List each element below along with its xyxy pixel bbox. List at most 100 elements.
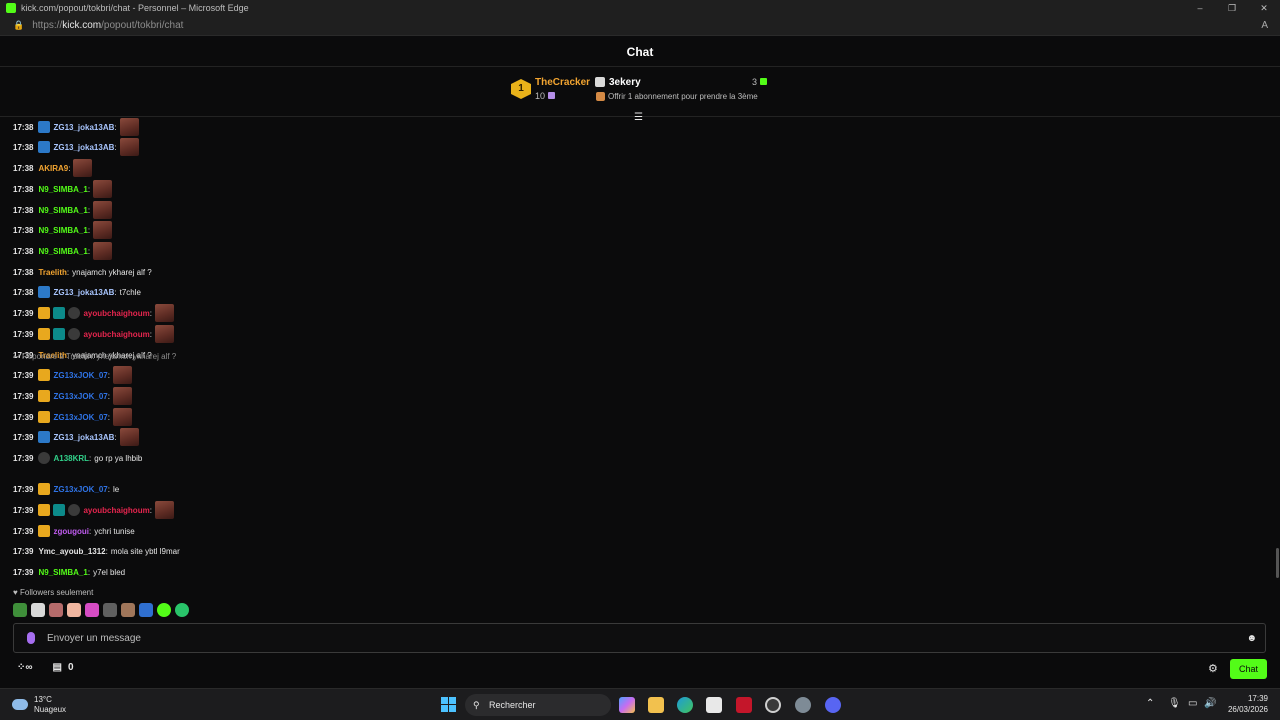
emote-green-icon[interactable] (157, 603, 171, 617)
close-icon[interactable]: ✕ (1248, 0, 1280, 16)
og-badge-icon[interactable] (53, 328, 66, 340)
message-username[interactable]: zgougoui (53, 527, 89, 536)
address-bar[interactable]: 🔒 https://kick.com/popout/tokbri/chat A (0, 16, 1280, 36)
gift-offer-text[interactable]: Offrir 1 abonnement pour prendre la 3ème (608, 92, 758, 101)
taskbar-search[interactable]: ⚲ Rechercher (465, 694, 611, 716)
leader-first-name[interactable]: TheCracker (535, 77, 590, 88)
person-badge-icon[interactable] (38, 452, 51, 464)
emote-pink-icon[interactable] (85, 603, 99, 617)
volume-icon[interactable]: 🔊 (1204, 698, 1216, 709)
message-username[interactable]: ZG13_joka13AB (53, 143, 114, 152)
emote-image-icon[interactable] (112, 408, 132, 426)
crown-badge-icon[interactable] (38, 307, 51, 319)
emote-image-icon[interactable] (93, 221, 113, 239)
crown-badge-icon[interactable] (38, 390, 51, 402)
emote-kick-icon[interactable] (175, 603, 189, 617)
emote-blue-icon[interactable] (139, 603, 153, 617)
acrobat-icon[interactable] (736, 697, 752, 713)
copilot-icon[interactable] (619, 697, 635, 713)
message-username[interactable]: ZG13xJOK_07 (53, 371, 107, 380)
message-username[interactable]: ZG13xJOK_07 (53, 413, 107, 422)
message-username[interactable]: N9_SIMBA_1 (38, 226, 87, 235)
emote-image-icon[interactable] (154, 325, 174, 343)
emote-image-icon[interactable] (119, 428, 139, 446)
read-aloud-icon[interactable]: A (1261, 20, 1268, 31)
crown-badge-icon[interactable] (38, 483, 51, 495)
message-username[interactable]: AKIRA9 (38, 164, 68, 173)
gift-box-icon[interactable]: ▤ (53, 662, 62, 673)
emote-image-icon[interactable] (93, 180, 113, 198)
emote-image-icon[interactable] (112, 387, 132, 405)
url-text[interactable]: https://kick.com/popout/tokbri/chat (32, 20, 183, 31)
chat-settings-icon[interactable]: ⚙ (1208, 662, 1218, 675)
emote-face-icon[interactable] (49, 603, 63, 617)
emoji-icon[interactable]: ☻ (1246, 633, 1257, 644)
message-input-box[interactable]: ☻ (13, 623, 1266, 653)
crown-badge-icon[interactable] (38, 504, 51, 516)
og-badge-icon[interactable] (53, 307, 66, 319)
restore-icon[interactable]: ❐ (1216, 0, 1248, 16)
message-username[interactable]: N9_SIMBA_1 (38, 185, 87, 194)
message-username[interactable]: Ymc_ayoub_1312 (38, 547, 105, 556)
sub-badge-icon[interactable] (38, 431, 51, 443)
emote-tk-icon[interactable] (31, 603, 45, 617)
crown-badge-icon[interactable] (38, 525, 51, 537)
emote-hand-icon[interactable] (67, 603, 81, 617)
lock-icon[interactable]: 🔒 (13, 20, 24, 31)
message-username[interactable]: Traelith (38, 268, 66, 277)
network-icon[interactable]: ▭ (1188, 698, 1197, 709)
message-username[interactable]: ZG13_joka13AB (53, 288, 114, 297)
message-username[interactable]: ZG13xJOK_07 (53, 485, 107, 494)
edge-icon[interactable] (677, 697, 693, 713)
message-username[interactable]: ayoubchaighoum (83, 506, 149, 515)
sub-badge-icon[interactable] (38, 286, 51, 298)
message-username[interactable]: N9_SIMBA_1 (38, 206, 87, 215)
kick-points-icon[interactable]: ⁘∞ (17, 662, 33, 673)
emote-image-icon[interactable] (93, 242, 113, 260)
message-username[interactable]: ZG13_joka13AB (53, 123, 114, 132)
emote-image-icon[interactable] (154, 501, 174, 519)
message-input[interactable] (47, 630, 1227, 646)
person-badge-icon[interactable] (68, 307, 81, 319)
emote-image-icon[interactable] (112, 366, 132, 384)
message-username[interactable]: ayoubchaighoum (83, 309, 149, 318)
microphone-tray-icon[interactable]: 🎙 (1168, 698, 1181, 709)
person-badge-icon[interactable] (68, 328, 81, 340)
chrome-like-icon[interactable] (765, 697, 781, 713)
message-username[interactable]: N9_SIMBA_1 (38, 247, 87, 256)
microphone-icon[interactable] (27, 632, 35, 644)
message-username[interactable]: ZG13xJOK_07 (53, 392, 107, 401)
sub-badge-icon[interactable] (38, 141, 51, 153)
settings-icon[interactable] (795, 697, 811, 713)
message-username[interactable]: A138KRL (53, 454, 89, 463)
message-username[interactable]: ZG13_joka13AB (53, 433, 114, 442)
message-username[interactable]: N9_SIMBA_1 (38, 568, 87, 577)
crown-badge-icon[interactable] (38, 411, 51, 423)
sub-badge-icon[interactable] (38, 121, 51, 133)
message-text: le (112, 484, 120, 494)
start-icon[interactable] (441, 697, 456, 712)
person-badge-icon[interactable] (68, 504, 81, 516)
send-chat-button[interactable]: Chat (1230, 659, 1267, 679)
og-badge-icon[interactable] (53, 504, 66, 516)
emote-image-icon[interactable] (73, 159, 93, 177)
emote-portrait-icon[interactable] (121, 603, 135, 617)
crown-badge-icon[interactable] (38, 369, 51, 381)
weather-widget[interactable]: 13°C Nuageux (12, 695, 66, 715)
taskbar-clock[interactable]: 17:39 26/03/2026 (1225, 693, 1268, 715)
store-icon[interactable] (706, 697, 722, 713)
discord-icon[interactable] (825, 697, 841, 713)
leader-second-name[interactable]: 3ekery (609, 77, 641, 88)
emote-image-icon[interactable] (154, 304, 174, 322)
file-explorer-icon[interactable] (648, 697, 664, 713)
scrollbar[interactable] (1276, 548, 1279, 578)
emote-frog-icon[interactable] (13, 603, 27, 617)
emote-car-icon[interactable] (103, 603, 117, 617)
crown-badge-icon[interactable] (38, 328, 51, 340)
emote-image-icon[interactable] (119, 118, 139, 136)
emote-image-icon[interactable] (93, 201, 113, 219)
message-username[interactable]: ayoubchaighoum (83, 330, 149, 339)
minimize-icon[interactable]: – (1184, 0, 1216, 16)
emote-image-icon[interactable] (119, 138, 139, 156)
tray-chevron-icon[interactable]: ⌃ (1146, 698, 1154, 709)
